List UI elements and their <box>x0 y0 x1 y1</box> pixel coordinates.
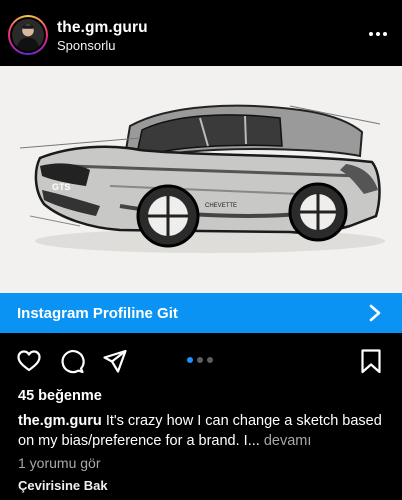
plate-text: GTS <box>52 182 71 192</box>
carousel-dot <box>207 357 213 363</box>
sponsored-label: Sponsorlu <box>57 38 116 53</box>
carousel-dot <box>187 357 193 363</box>
bookmark-icon[interactable] <box>358 348 384 374</box>
post-caption: the.gm.guru It's crazy how I can change … <box>18 411 390 451</box>
caption-more-link[interactable]: devamı <box>264 433 312 449</box>
chevron-right-icon <box>369 304 381 322</box>
heart-icon[interactable] <box>16 348 42 374</box>
action-bar <box>0 344 402 378</box>
likes-count[interactable]: 45 beğenme <box>18 388 102 404</box>
more-icon[interactable] <box>366 24 390 44</box>
avatar-image <box>10 17 46 53</box>
side-text: CHEVETTE <box>205 203 237 209</box>
profile-cta-button[interactable]: Instagram Profiline Git <box>0 293 402 333</box>
comment-icon[interactable] <box>59 348 85 374</box>
post-header: the.gm.guru Sponsorlu <box>0 0 402 66</box>
cta-label: Instagram Profiline Git <box>17 304 178 322</box>
account-username[interactable]: the.gm.guru <box>57 19 148 37</box>
see-translation-link[interactable]: Çevirisine Bak <box>18 478 108 493</box>
view-comments-link[interactable]: 1 yorumu gör <box>18 455 100 471</box>
avatar[interactable] <box>8 15 48 55</box>
carousel-dot <box>197 357 203 363</box>
share-icon[interactable] <box>102 348 128 374</box>
caption-username[interactable]: the.gm.guru <box>18 413 102 429</box>
carousel-indicator <box>187 357 217 363</box>
post-image[interactable]: GTS CHEVETTE <box>0 66 402 294</box>
